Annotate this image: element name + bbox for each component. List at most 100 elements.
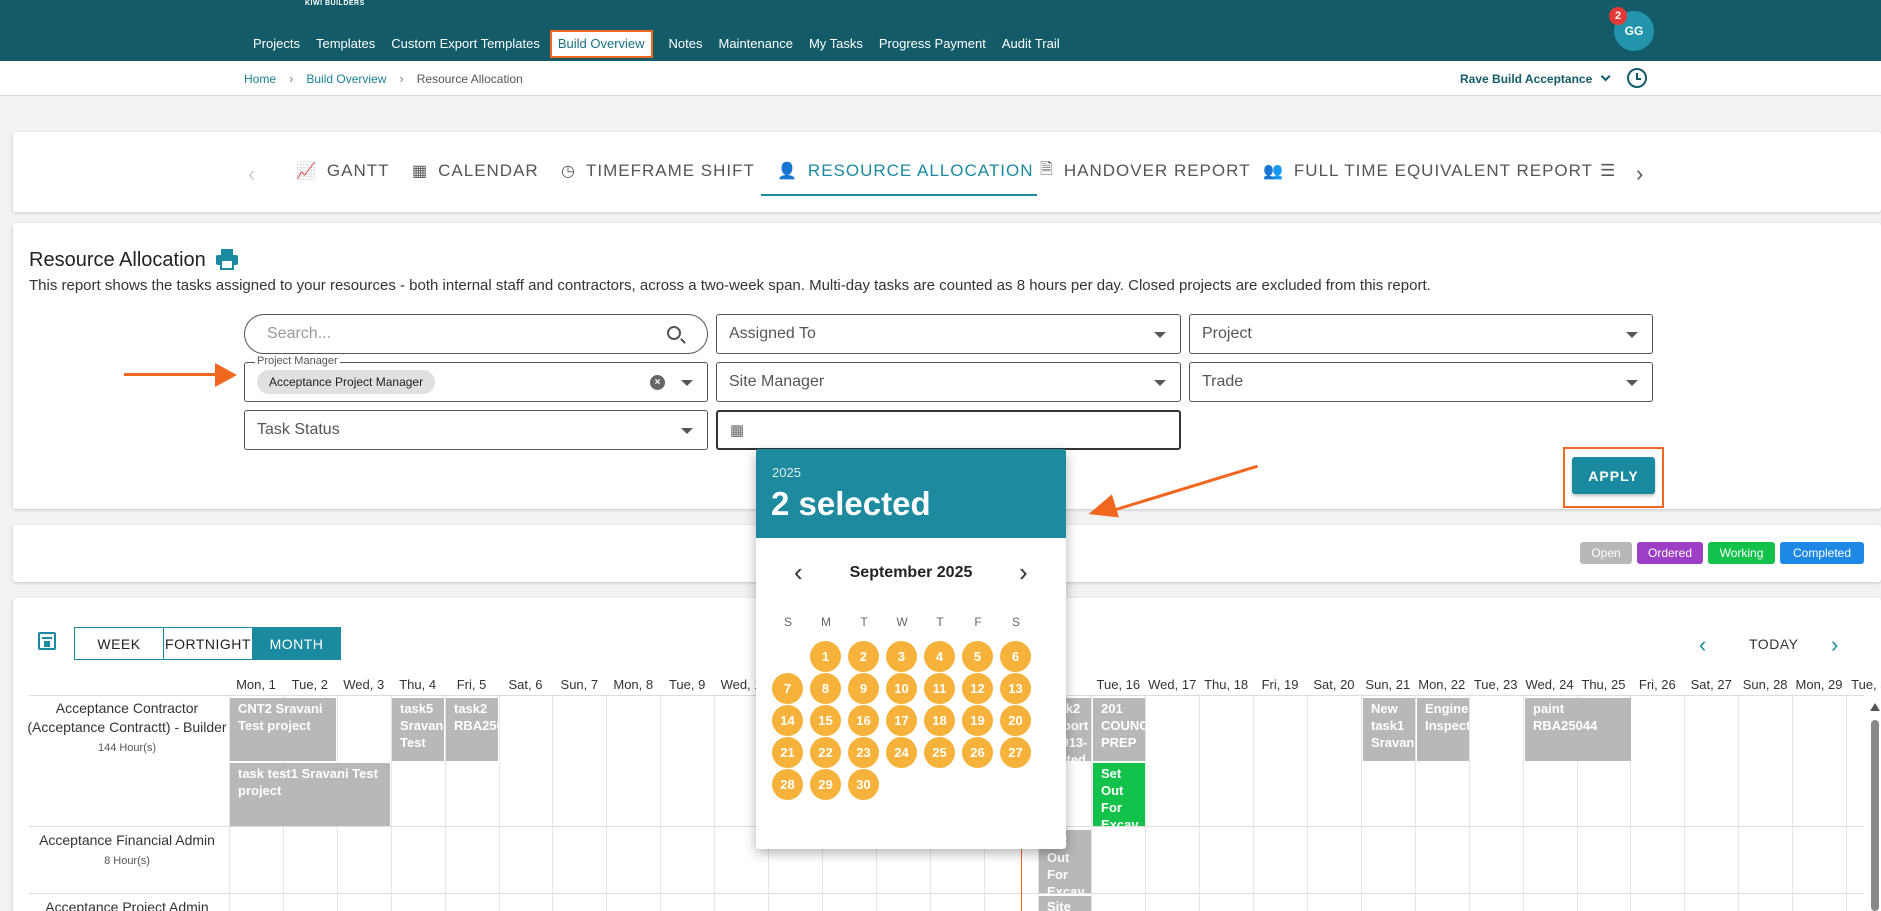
- calendar-day[interactable]: 23: [848, 737, 879, 768]
- nav-progress-payment[interactable]: Progress Payment: [871, 30, 994, 58]
- day-column-divider: [1792, 694, 1794, 911]
- breadcrumb-build-overview[interactable]: Build Overview: [306, 72, 386, 86]
- tab-resource-allocation[interactable]: 👤 RESOURCE ALLOCATION: [777, 159, 1034, 183]
- trade-select[interactable]: Trade: [1189, 362, 1653, 402]
- tabs-prev-arrow-icon[interactable]: ‹: [248, 161, 255, 187]
- nav-maintenance[interactable]: Maintenance: [711, 30, 801, 58]
- calendar-day[interactable]: 5: [962, 641, 993, 672]
- calendar-day[interactable]: 10: [886, 673, 917, 704]
- tab-timeframe-shift-label: TIMEFRAME SHIFT: [585, 161, 755, 180]
- calendar-day[interactable]: 13: [1000, 673, 1031, 704]
- calendar-day[interactable]: 6: [1000, 641, 1031, 672]
- clock-icon: ◷: [561, 163, 576, 180]
- calendar-day[interactable]: 16: [848, 705, 879, 736]
- nav-my-tasks[interactable]: My Tasks: [801, 30, 871, 58]
- calendar-icon: ▦: [730, 422, 745, 439]
- project-manager-select[interactable]: Project Manager Acceptance Project Manag…: [244, 355, 708, 402]
- calendar-day[interactable]: 29: [810, 769, 841, 800]
- tabs-next-arrow-icon[interactable]: ›: [1636, 161, 1643, 187]
- tab-fte-report[interactable]: 👥 FULL TIME EQUIVALENT REPORT: [1263, 159, 1593, 183]
- calendar-day[interactable]: 19: [962, 705, 993, 736]
- tab-timeframe-shift[interactable]: ◷ TIMEFRAME SHIFT: [561, 159, 755, 183]
- nav-audit-trail[interactable]: Audit Trail: [994, 30, 1068, 58]
- scroll-thumb[interactable]: [1871, 720, 1879, 911]
- project-select[interactable]: Project: [1189, 314, 1653, 354]
- resource-hours: 8 Hour(s): [104, 855, 150, 867]
- today-button[interactable]: TODAY: [1749, 636, 1798, 652]
- range-fortnight-button[interactable]: FORTNIGHT: [163, 627, 253, 660]
- task-block[interactable]: task test1 Sravani Test project: [230, 763, 390, 826]
- apply-button[interactable]: APPLY: [1572, 457, 1655, 494]
- notification-badge[interactable]: 2: [1609, 7, 1627, 25]
- search-icon[interactable]: [667, 326, 681, 340]
- resource-row-label[interactable]: Acceptance Project Admin: [27, 898, 227, 911]
- project-selector[interactable]: Rave Build Acceptance: [1460, 61, 1611, 96]
- calendar-day[interactable]: 15: [810, 705, 841, 736]
- calendar-day[interactable]: 7: [772, 673, 803, 704]
- task-block[interactable]: Set Out For Excav: [1093, 763, 1145, 826]
- scroll-up-arrow-icon[interactable]: [1870, 703, 1880, 711]
- calendar-day[interactable]: 26: [962, 737, 993, 768]
- calendar-day[interactable]: 1: [810, 641, 841, 672]
- tab-gantt[interactable]: 📈 GANTT: [296, 159, 390, 183]
- print-icon[interactable]: [215, 248, 239, 270]
- breadcrumb-home[interactable]: Home: [244, 72, 276, 86]
- calendar-day[interactable]: 27: [1000, 737, 1031, 768]
- schedule-scrollbar[interactable]: [1870, 703, 1880, 911]
- day-column-divider: [1360, 694, 1362, 911]
- calendar-day[interactable]: 17: [886, 705, 917, 736]
- tab-calendar[interactable]: ▦ CALENDAR: [412, 159, 539, 183]
- calendar-day[interactable]: 3: [886, 641, 917, 672]
- calendar-day[interactable]: 11: [924, 673, 955, 704]
- calendar-day[interactable]: 2: [848, 641, 879, 672]
- calendar-icon[interactable]: [38, 632, 56, 650]
- task-status-select[interactable]: Task Status: [244, 410, 708, 450]
- task-block[interactable]: Engineer Inspect: [1417, 698, 1469, 761]
- calendar-day[interactable]: 24: [886, 737, 917, 768]
- clear-icon[interactable]: ×: [650, 375, 665, 390]
- project-manager-chip[interactable]: Acceptance Project Manager: [257, 370, 436, 394]
- task-block[interactable]: 201 COUNCIL PREP: [1093, 698, 1145, 761]
- prev-period-arrow-icon[interactable]: ‹: [1699, 632, 1706, 658]
- calendar-day[interactable]: 22: [810, 737, 841, 768]
- task-block[interactable]: task5 Sravani Test: [392, 698, 444, 761]
- task-block[interactable]: paint RBA25044: [1525, 698, 1631, 761]
- task-block[interactable]: Site: [1039, 896, 1091, 911]
- calendar-day[interactable]: 14: [772, 705, 803, 736]
- nav-projects[interactable]: Projects: [245, 30, 308, 58]
- date-picker-year[interactable]: 2025: [772, 465, 801, 480]
- nav-templates[interactable]: Templates: [308, 30, 383, 58]
- site-manager-select[interactable]: Site Manager: [716, 362, 1181, 402]
- task-block[interactable]: task2 RBA25044: [446, 698, 498, 761]
- history-clock-icon[interactable]: [1627, 68, 1647, 88]
- calendar-day[interactable]: 12: [962, 673, 993, 704]
- range-month-button[interactable]: MONTH: [252, 627, 341, 660]
- date-range-input[interactable]: ▦: [716, 410, 1181, 450]
- next-month-arrow-icon[interactable]: ›: [1019, 557, 1028, 588]
- resource-row-label[interactable]: Acceptance Financial Admin 8 Hour(s): [27, 831, 227, 868]
- tabs-menu-icon[interactable]: ☰: [1600, 159, 1616, 183]
- range-week-button[interactable]: WEEK: [74, 627, 164, 660]
- next-period-arrow-icon[interactable]: ›: [1831, 632, 1838, 658]
- calendar-day[interactable]: 28: [772, 769, 803, 800]
- calendar-day[interactable]: 8: [810, 673, 841, 704]
- resource-row-label[interactable]: Acceptance Contractor (Acceptance Contra…: [27, 699, 227, 755]
- calendar-day[interactable]: 25: [924, 737, 955, 768]
- calendar-day[interactable]: 30: [848, 769, 879, 800]
- nav-custom-export-templates[interactable]: Custom Export Templates: [383, 30, 548, 58]
- logo[interactable]: KIWI BUILDERS: [305, 0, 365, 7]
- calendar-day[interactable]: 18: [924, 705, 955, 736]
- nav-notes[interactable]: Notes: [661, 30, 711, 58]
- calendar-day[interactable]: 9: [848, 673, 879, 704]
- legend-ordered: Ordered: [1637, 542, 1703, 564]
- task-block[interactable]: New task1 Sravani: [1363, 698, 1415, 761]
- search-input[interactable]: Search...: [244, 314, 708, 354]
- assigned-to-select[interactable]: Assigned To: [716, 314, 1181, 354]
- tab-handover-report[interactable]: 🗎 HANDOVER REPORT: [1040, 159, 1250, 183]
- calendar-day[interactable]: 20: [1000, 705, 1031, 736]
- task-block[interactable]: CNT2 Sravani Test project: [230, 698, 336, 761]
- calendar-day[interactable]: 21: [772, 737, 803, 768]
- calendar-day[interactable]: 4: [924, 641, 955, 672]
- caret-down-icon: [1626, 332, 1638, 338]
- nav-build-overview[interactable]: Build Overview: [549, 30, 653, 58]
